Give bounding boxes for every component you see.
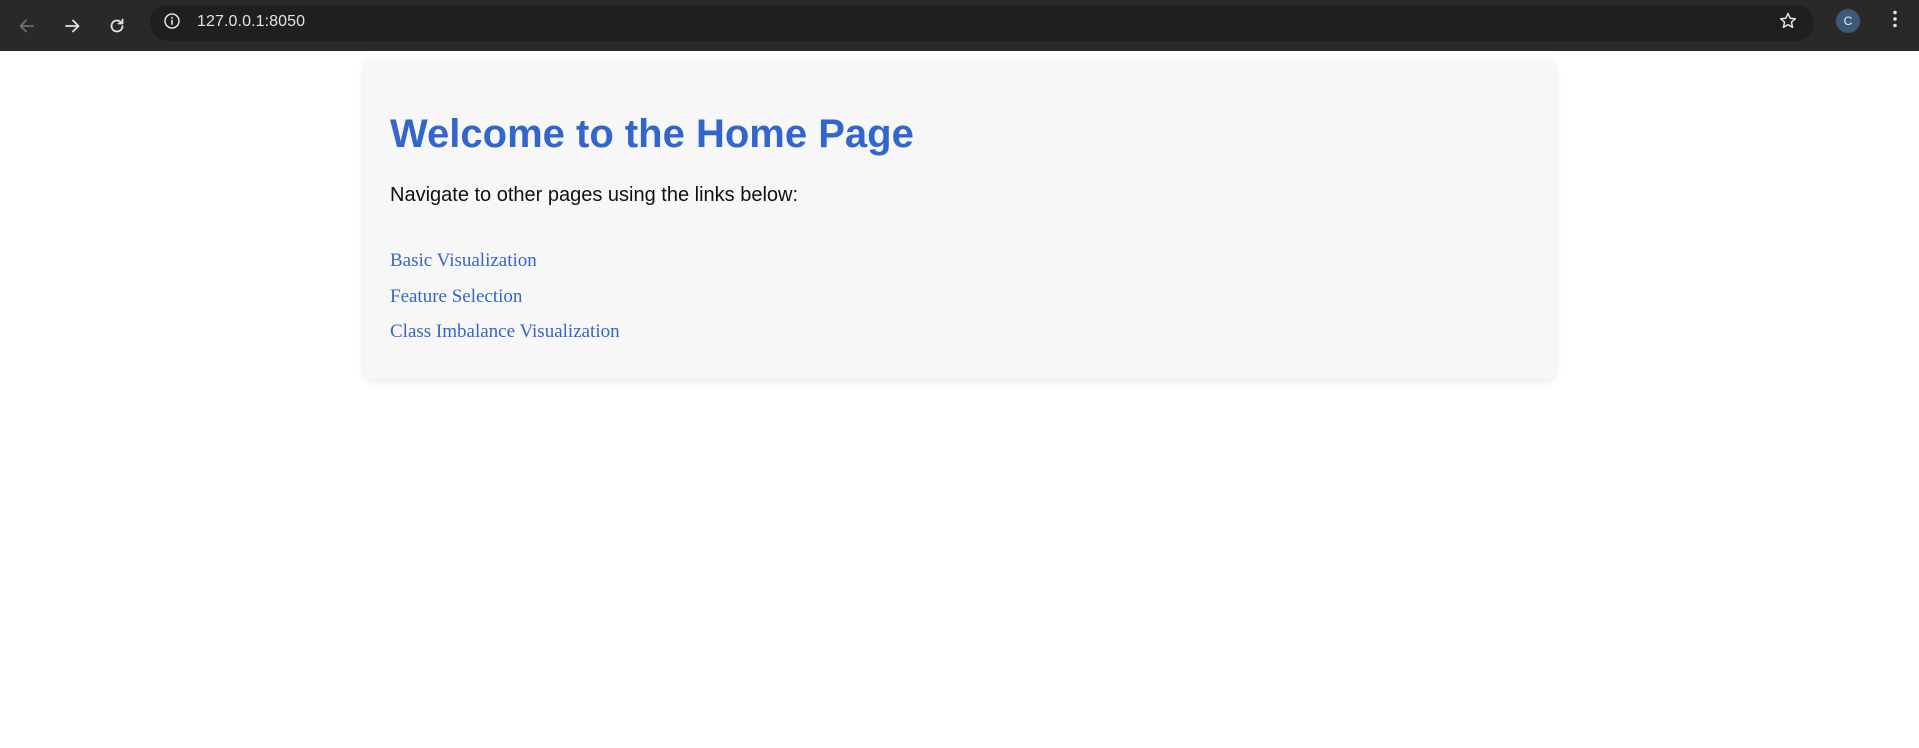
info-icon [163,12,181,35]
url-text[interactable]: 127.0.0.1:8050 [197,13,305,31]
home-card: Welcome to the Home Page Navigate to oth… [364,59,1555,379]
site-info-button[interactable] [160,11,184,35]
profile-initial: C [1843,14,1853,28]
intro-text: Navigate to other pages using the links … [390,184,799,206]
forward-button[interactable] [54,8,90,44]
star-icon [1778,11,1798,36]
link-feature-selection[interactable]: Feature Selection [390,286,522,307]
browser-toolbar: 127.0.0.1:8050 C [0,0,1919,51]
page-links-list: Basic Visualization Feature Selection Cl… [390,250,620,357]
address-bar[interactable]: 127.0.0.1:8050 [150,5,1814,41]
link-basic-visualization[interactable]: Basic Visualization [390,250,537,271]
browser-menu-button[interactable] [1883,9,1907,33]
list-item: Basic Visualization [390,250,620,286]
reload-button[interactable] [99,8,135,44]
link-class-imbalance-visualization[interactable]: Class Imbalance Visualization [390,321,620,342]
back-arrow-icon [17,16,37,36]
list-item: Class Imbalance Visualization [390,321,620,357]
kebab-menu-icon [1892,9,1898,34]
forward-arrow-icon [62,16,82,36]
profile-avatar[interactable]: C [1836,9,1860,33]
bookmark-button[interactable] [1776,11,1800,35]
list-item: Feature Selection [390,286,620,322]
back-button[interactable] [9,8,45,44]
page-title: Welcome to the Home Page [390,112,914,156]
reload-icon [107,16,127,36]
